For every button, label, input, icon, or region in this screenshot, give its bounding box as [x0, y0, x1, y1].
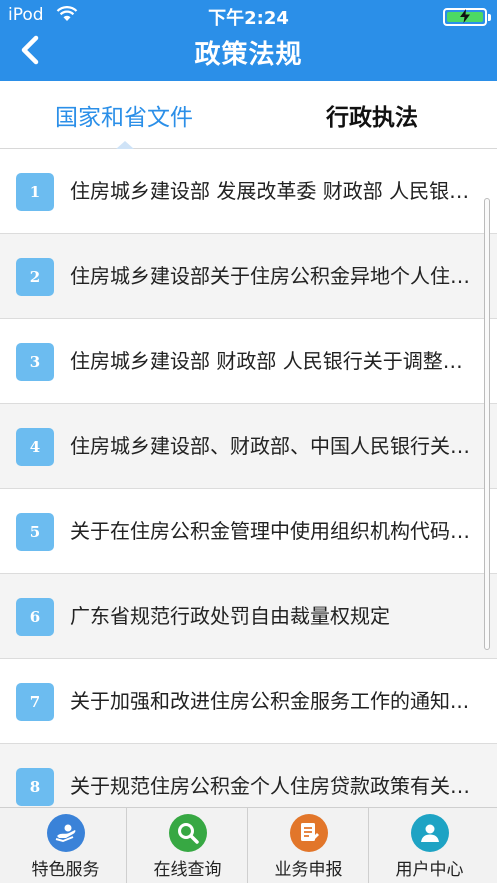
status-time: 下午2:24: [208, 8, 289, 29]
list-item[interactable]: 3 住房城乡建设部 财政部 人民银行关于调整住房公...: [0, 319, 497, 404]
item-title: 广东省规范行政处罚自由裁量权规定: [70, 604, 390, 628]
list-item[interactable]: 7 关于加强和改进住房公积金服务工作的通知...: [0, 659, 497, 744]
list-item[interactable]: 5 关于在住房公积金管理中使用组织机构代码的...: [0, 489, 497, 574]
tab-national-provincial-docs[interactable]: 国家和省文件: [0, 81, 248, 149]
bottom-tab-business-filing[interactable]: 业务申报: [247, 808, 368, 883]
bottom-tab-label: 用户中心: [395, 860, 464, 880]
list-scrollbar[interactable]: [484, 198, 490, 650]
item-title: 关于规范住房公积金个人住房贷款政策有关问题...: [70, 774, 481, 798]
charging-icon: [460, 9, 470, 23]
list-item[interactable]: 1 住房城乡建设部 发展改革委 财政部 人民银行关于...: [0, 149, 497, 234]
item-number-badge: 3: [16, 343, 54, 381]
bottom-tab-label: 业务申报: [274, 860, 343, 880]
page-title: 政策法规: [194, 40, 303, 70]
tab-administrative-enforcement[interactable]: 行政执法: [248, 81, 496, 149]
item-number-badge: 1: [16, 173, 54, 211]
policy-list[interactable]: 1 住房城乡建设部 发展改革委 财政部 人民银行关于... 2 住房城乡建设部关…: [0, 149, 497, 807]
item-number-badge: 8: [16, 768, 54, 806]
bottom-tab-user-center[interactable]: 用户中心: [368, 808, 489, 883]
status-bar: iPod 下午2:24: [0, 0, 497, 32]
item-number-badge: 7: [16, 683, 54, 721]
document-icon: [290, 814, 328, 852]
bottom-tab-label: 特色服务: [31, 860, 100, 880]
list-item[interactable]: 6 广东省规范行政处罚自由裁量权规定: [0, 574, 497, 659]
item-title: 住房城乡建设部 发展改革委 财政部 人民银行关于...: [70, 179, 481, 203]
item-number-badge: 4: [16, 428, 54, 466]
item-title: 住房城乡建设部、财政部、中国人民银行关于...: [70, 434, 481, 458]
service-icon: [47, 814, 85, 852]
battery-icon: [443, 8, 491, 26]
list-item[interactable]: 4 住房城乡建设部、财政部、中国人民银行关于...: [0, 404, 497, 489]
item-title: 住房城乡建设部 财政部 人民银行关于调整住房公...: [70, 349, 481, 373]
list-item[interactable]: 2 住房城乡建设部关于住房公积金异地个人住房贷款...: [0, 234, 497, 319]
bottom-tab-online-query[interactable]: 在线查询: [126, 808, 247, 883]
item-title: 住房城乡建设部关于住房公积金异地个人住房贷款...: [70, 264, 481, 288]
bottom-tab-featured-services[interactable]: 特色服务: [5, 808, 126, 883]
item-title: 关于在住房公积金管理中使用组织机构代码的...: [70, 519, 481, 543]
user-icon: [411, 814, 449, 852]
active-tab-indicator: [116, 141, 134, 149]
top-bar: iPod 下午2:24 政策法规: [0, 0, 497, 81]
item-number-badge: 6: [16, 598, 54, 636]
item-title: 关于加强和改进住房公积金服务工作的通知...: [70, 689, 470, 713]
search-icon: [169, 814, 207, 852]
bottom-tab-label: 在线查询: [153, 860, 222, 880]
category-tabs: 国家和省文件 行政执法: [0, 81, 497, 149]
item-number-badge: 5: [16, 513, 54, 551]
bottom-tab-bar: 特色服务 在线查询 业务申报 用户中心: [0, 807, 497, 883]
list-item[interactable]: 8 关于规范住房公积金个人住房贷款政策有关问题...: [0, 744, 497, 807]
item-number-badge: 2: [16, 258, 54, 296]
